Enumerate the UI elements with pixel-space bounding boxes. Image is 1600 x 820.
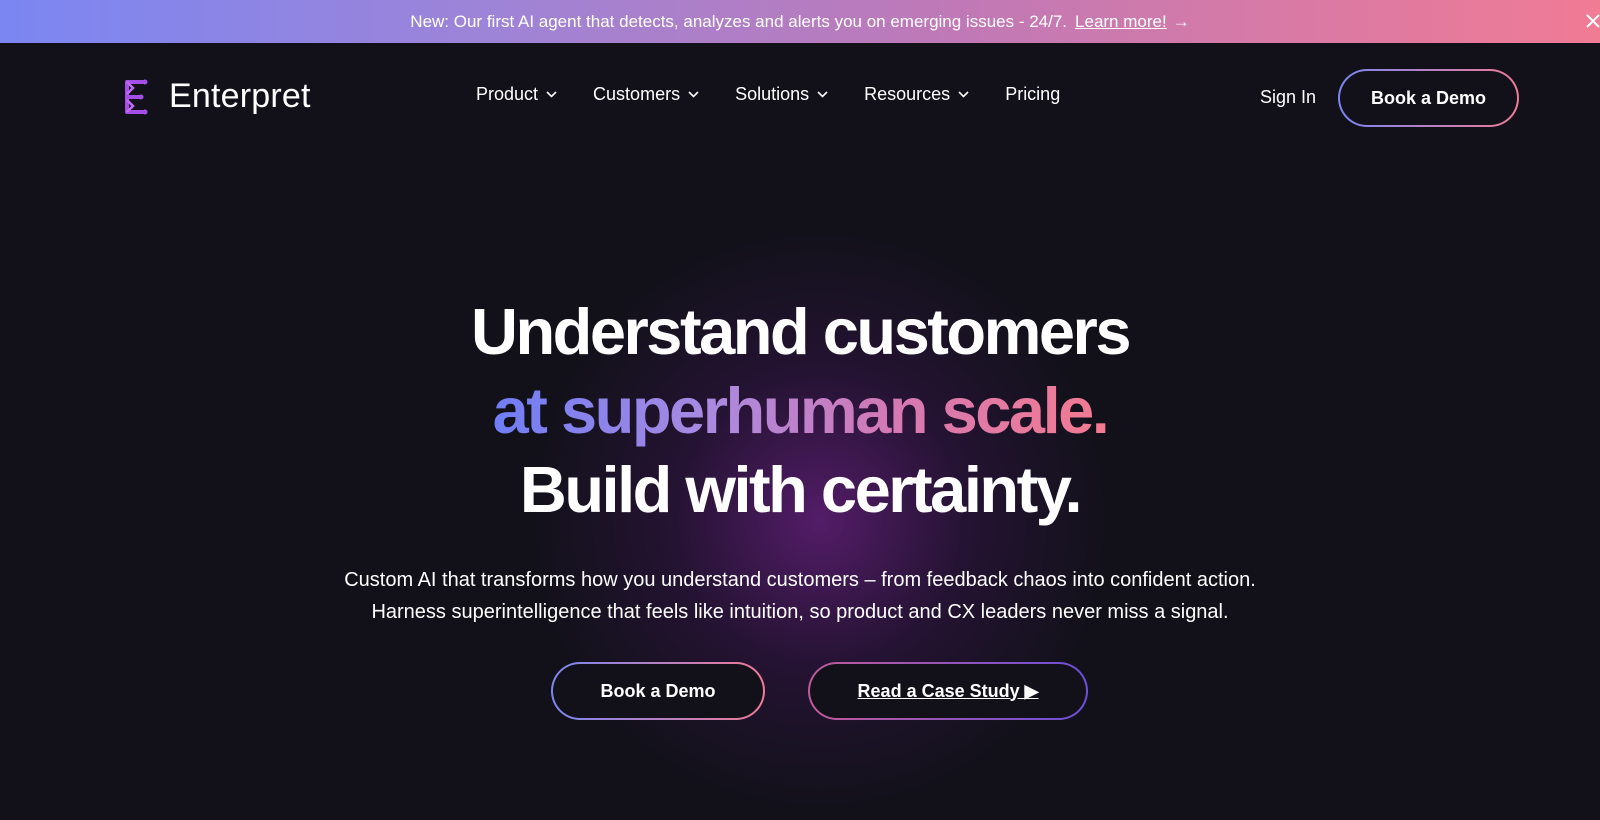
chevron-down-icon — [817, 91, 828, 98]
main-nav: Enterpret Product Customers Solutions Re… — [0, 43, 1600, 155]
hero-book-demo-label: Book a Demo — [553, 664, 763, 718]
nav-item-pricing[interactable]: Pricing — [1005, 84, 1060, 105]
book-demo-label: Book a Demo — [1340, 71, 1517, 125]
nav-item-solutions[interactable]: Solutions — [735, 84, 828, 105]
hero-headline: Understand customers at superhuman scale… — [0, 292, 1600, 529]
hero-book-demo-button[interactable]: Book a Demo — [551, 662, 765, 720]
chevron-down-icon — [688, 91, 699, 98]
close-icon[interactable] — [1586, 8, 1600, 34]
nav-item-label: Product — [476, 84, 539, 104]
read-case-study-label: Read a Case Study ▶ — [810, 664, 1086, 718]
hero-headline-line2: at superhuman scale. — [492, 374, 1110, 447]
logo-text: Enterpret — [169, 77, 311, 115]
hero-headline-line1: Understand customers — [471, 295, 1131, 368]
hero-subtitle-line2: Harness superintelligence that feels lik… — [371, 601, 1229, 623]
sign-in-link[interactable]: Sign In — [1260, 87, 1316, 108]
hero-subtitle: Custom AI that transforms how you unders… — [0, 564, 1600, 628]
nav-item-label: Pricing — [1005, 84, 1061, 104]
hero-headline-line3: Build with certainty. — [519, 453, 1083, 526]
learn-more-link[interactable]: Learn more! — [1075, 12, 1167, 32]
nav-item-resources[interactable]: Resources — [864, 84, 969, 105]
nav-item-label: Customers — [593, 84, 681, 104]
hero-subtitle-line1: Custom AI that transforms how you unders… — [344, 569, 1256, 591]
logo[interactable]: Enterpret — [121, 77, 311, 116]
chevron-down-icon — [958, 91, 969, 98]
chevron-down-icon — [546, 91, 557, 98]
nav-item-product[interactable]: Product — [476, 84, 557, 105]
nav-menu: Product Customers Solutions Resources Pr… — [476, 84, 1096, 105]
banner-text: New: Our first AI agent that detects, an… — [410, 11, 1068, 31]
enterpret-logo-icon — [125, 79, 148, 114]
nav-item-label: Solutions — [735, 84, 810, 104]
announcement-banner: New: Our first AI agent that detects, an… — [0, 0, 1600, 43]
book-demo-button[interactable]: Book a Demo — [1338, 69, 1519, 127]
read-case-study-button[interactable]: Read a Case Study ▶ — [808, 662, 1088, 720]
nav-item-label: Resources — [864, 84, 951, 104]
arrow-right-icon[interactable]: → — [1173, 12, 1190, 32]
nav-item-customers[interactable]: Customers — [593, 84, 699, 105]
